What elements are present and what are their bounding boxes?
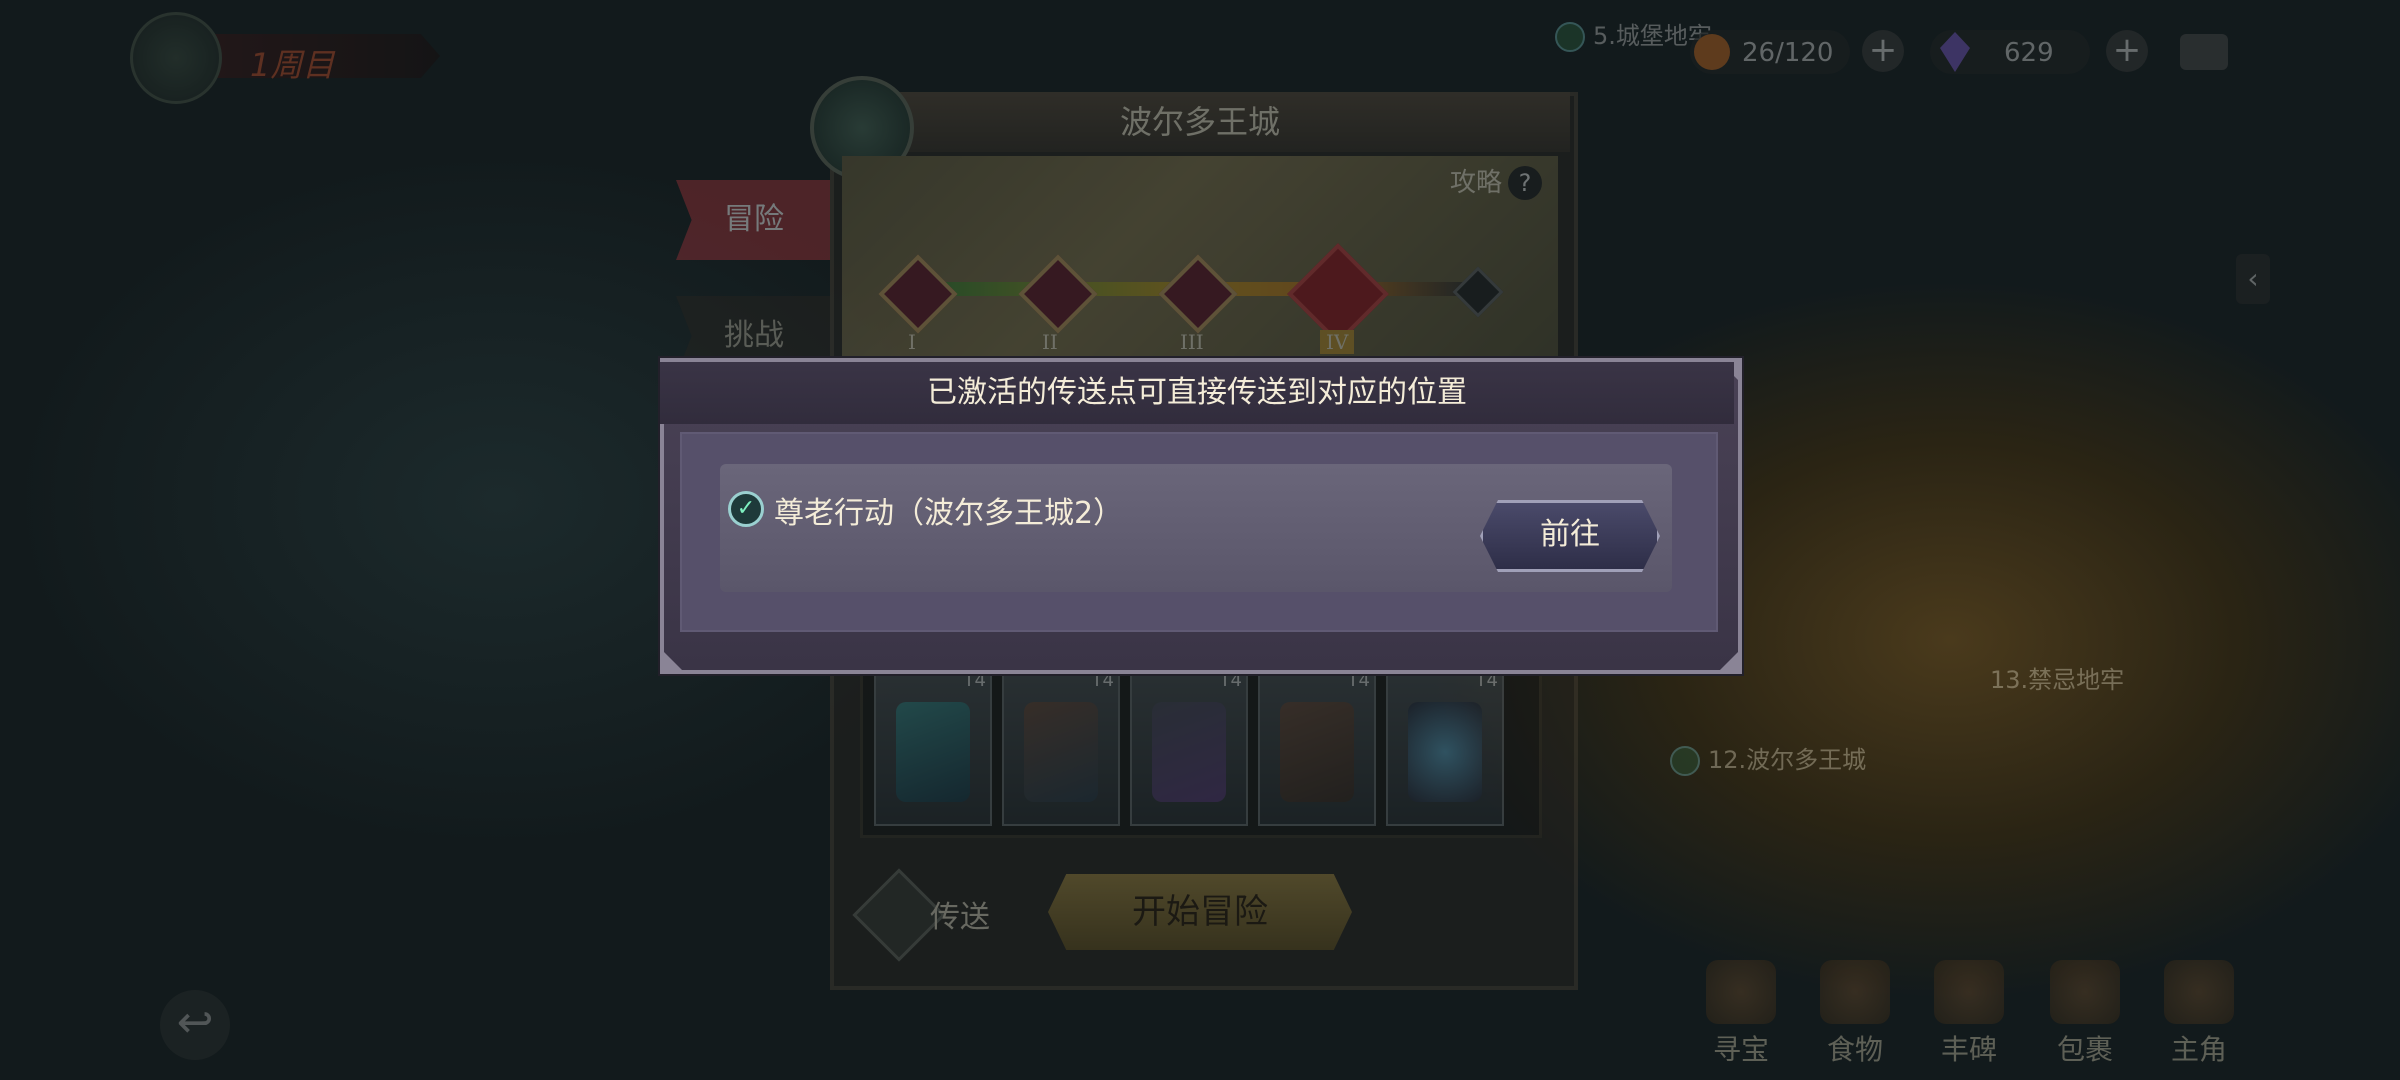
menu-monument[interactable]: 丰碑 [1924, 960, 2014, 1068]
map-label-current-stage[interactable]: 12.波尔多王城 [1670, 740, 1866, 776]
back-arrow-icon[interactable]: ↩ [160, 990, 230, 1060]
menu-hero[interactable]: 主角 [2154, 960, 2244, 1068]
week-label: 1周目 [250, 46, 335, 84]
popup-title: 已激活的传送点可直接传送到对应的位置 [660, 362, 1734, 424]
teleport-entry-label: 尊老行动（波尔多王城2） [774, 496, 1124, 531]
popup-corner [660, 648, 686, 674]
menu-treasure[interactable]: 寻宝 [1696, 960, 1786, 1068]
mail-icon[interactable] [2180, 34, 2228, 70]
bag-icon [2050, 960, 2120, 1024]
week-badge[interactable]: 1周目 [130, 12, 450, 104]
add-energy-button[interactable]: + [1862, 30, 1904, 72]
guide-button[interactable]: 攻略? [1450, 162, 1543, 200]
reward-item[interactable]: T4 [874, 670, 992, 826]
gate-icon [130, 12, 222, 104]
go-button[interactable]: 前往 [1480, 500, 1660, 572]
armor-icon [1024, 702, 1098, 802]
stage-label-3: III [1180, 330, 1204, 354]
tab-adventure[interactable]: 冒险 [676, 180, 832, 260]
level-title: 波尔多王城 [830, 92, 1570, 152]
check-icon [1670, 746, 1700, 776]
reward-item[interactable]: T4 [1130, 670, 1248, 826]
stage-label-2: II [1042, 330, 1058, 354]
popup-corner [1716, 648, 1742, 674]
energy-counter: 26/120 [1690, 30, 1850, 74]
menu-food[interactable]: 食物 [1810, 960, 1900, 1068]
stage-label-4: IV [1320, 330, 1355, 354]
start-adventure-button[interactable]: 开始冒险 [1048, 874, 1352, 950]
reward-item[interactable]: T4 [1002, 670, 1120, 826]
check-icon [1555, 22, 1585, 52]
quest-tracker[interactable]: 5.城堡地牢 [1555, 16, 1712, 52]
energy-icon [1694, 34, 1730, 70]
gem-counter: 629 [1930, 30, 2090, 74]
gem-value: 629 [2004, 38, 2054, 68]
hood-icon [1152, 702, 1226, 802]
amulet-icon [1408, 702, 1482, 802]
map-label-forbidden-dungeon[interactable]: 13.禁忌地牢 [1990, 660, 2124, 695]
food-icon [1820, 960, 1890, 1024]
reward-item[interactable]: T4 [1386, 670, 1504, 826]
helmet-icon [2164, 960, 2234, 1024]
teleport-label[interactable]: 传送 [930, 892, 990, 936]
boots-icon [1280, 702, 1354, 802]
menu-inventory[interactable]: 包裹 [2040, 960, 2130, 1068]
check-icon: ✓ [728, 491, 764, 527]
energy-value: 26/120 [1742, 38, 1834, 68]
sword-icon [896, 702, 970, 802]
chest-icon [1706, 960, 1776, 1024]
reward-item[interactable]: T4 [1258, 670, 1376, 826]
expand-arrow-icon[interactable]: ‹ [2236, 254, 2270, 304]
stage-label-1: I [908, 330, 916, 354]
gem-icon [1940, 32, 1970, 72]
question-icon: ? [1508, 166, 1543, 200]
monument-icon [1934, 960, 2004, 1024]
add-gem-button[interactable]: + [2106, 30, 2148, 72]
